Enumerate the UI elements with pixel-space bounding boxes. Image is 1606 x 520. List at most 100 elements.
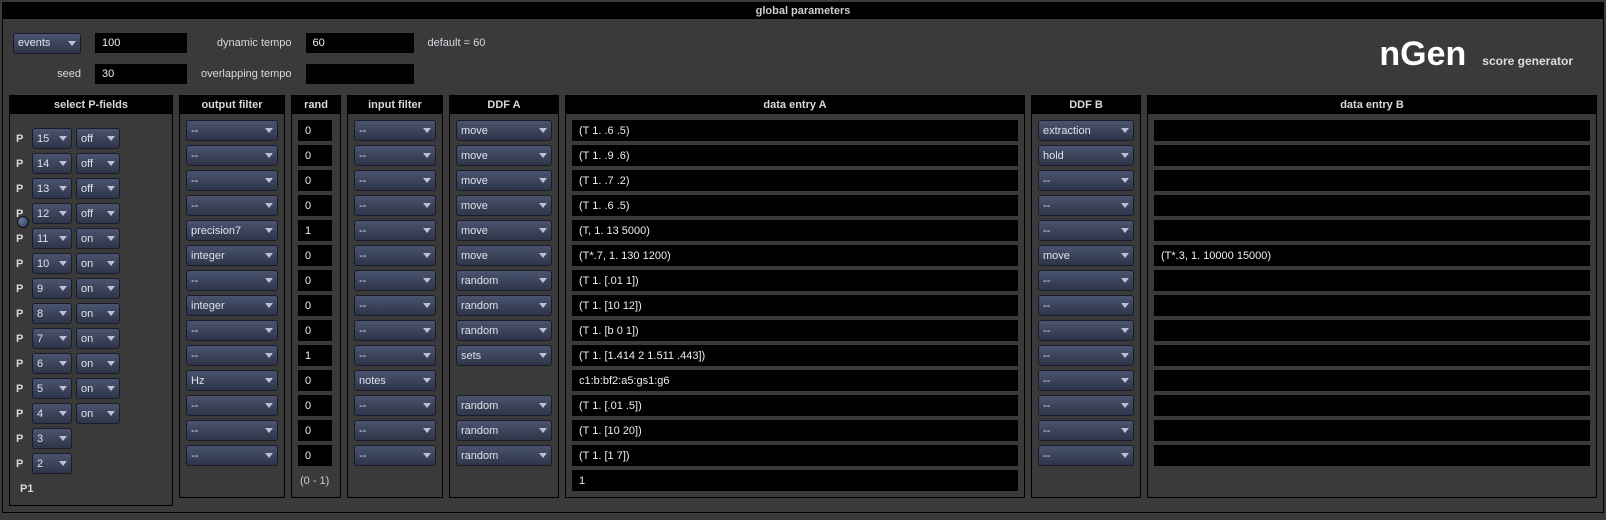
output-filter-dropdown[interactable]: integer — [186, 295, 278, 316]
ddf-a-dropdown[interactable]: random — [456, 270, 552, 291]
rand-value[interactable]: 1 — [298, 345, 332, 366]
p-number-dropdown[interactable]: 10 — [32, 253, 72, 274]
output-filter-dropdown[interactable]: -- — [186, 345, 278, 366]
rand-value[interactable]: 1 — [298, 220, 332, 241]
rand-value[interactable]: 0 — [298, 170, 332, 191]
data-a-input[interactable] — [572, 170, 1018, 191]
ddf-a-dropdown[interactable]: move — [456, 120, 552, 141]
data-b-input[interactable] — [1154, 420, 1590, 441]
input-filter-dropdown[interactable]: -- — [354, 145, 436, 166]
input-filter-dropdown[interactable]: -- — [354, 270, 436, 291]
rand-value[interactable]: 0 — [298, 370, 332, 391]
ddf-b-dropdown[interactable]: -- — [1038, 345, 1134, 366]
data-b-input[interactable] — [1154, 245, 1590, 266]
output-filter-dropdown[interactable]: precision7 — [186, 220, 278, 241]
data-b-input[interactable] — [1154, 195, 1590, 216]
output-filter-dropdown[interactable]: -- — [186, 145, 278, 166]
data-b-input[interactable] — [1154, 345, 1590, 366]
ddf-b-dropdown[interactable]: -- — [1038, 445, 1134, 466]
input-filter-dropdown[interactable]: notes — [354, 370, 436, 391]
input-filter-dropdown[interactable]: -- — [354, 170, 436, 191]
data-b-input[interactable] — [1154, 395, 1590, 416]
p-onoff-dropdown[interactable]: on — [76, 353, 120, 374]
p-onoff-dropdown[interactable]: on — [76, 303, 120, 324]
p-onoff-dropdown[interactable]: on — [76, 378, 120, 399]
p-number-dropdown[interactable]: 6 — [32, 353, 72, 374]
data-a-footer-input[interactable] — [572, 470, 1018, 491]
output-filter-dropdown[interactable]: -- — [186, 195, 278, 216]
p-number-dropdown[interactable]: 7 — [32, 328, 72, 349]
dynamic-tempo-input[interactable] — [306, 33, 414, 53]
p-number-dropdown[interactable]: 15 — [32, 128, 72, 149]
output-filter-dropdown[interactable]: -- — [186, 395, 278, 416]
input-filter-dropdown[interactable]: -- — [354, 195, 436, 216]
rand-value[interactable]: 0 — [298, 195, 332, 216]
rand-value[interactable]: 0 — [298, 320, 332, 341]
p-number-dropdown[interactable]: 4 — [32, 403, 72, 424]
output-filter-dropdown[interactable]: -- — [186, 445, 278, 466]
rand-value[interactable]: 0 — [298, 395, 332, 416]
input-filter-dropdown[interactable]: -- — [354, 295, 436, 316]
input-filter-dropdown[interactable]: -- — [354, 245, 436, 266]
data-a-input[interactable] — [572, 270, 1018, 291]
p-number-dropdown[interactable]: 11 — [32, 228, 72, 249]
data-b-input[interactable] — [1154, 370, 1590, 391]
rand-value[interactable]: 0 — [298, 245, 332, 266]
ddf-a-dropdown[interactable]: random — [456, 420, 552, 441]
data-b-input[interactable] — [1154, 220, 1590, 241]
events-dropdown[interactable]: events — [13, 33, 81, 54]
data-b-input[interactable] — [1154, 170, 1590, 191]
data-b-input[interactable] — [1154, 295, 1590, 316]
data-a-input[interactable] — [572, 120, 1018, 141]
input-filter-dropdown[interactable]: -- — [354, 320, 436, 341]
p-number-dropdown[interactable]: 9 — [32, 278, 72, 299]
ddf-b-dropdown[interactable]: -- — [1038, 395, 1134, 416]
ddf-b-dropdown[interactable]: -- — [1038, 220, 1134, 241]
output-filter-dropdown[interactable]: -- — [186, 320, 278, 341]
ddf-b-dropdown[interactable]: -- — [1038, 295, 1134, 316]
rand-value[interactable]: 0 — [298, 120, 332, 141]
input-filter-dropdown[interactable]: -- — [354, 420, 436, 441]
ddf-b-dropdown[interactable]: -- — [1038, 195, 1134, 216]
ddf-a-dropdown[interactable]: move — [456, 195, 552, 216]
ddf-b-dropdown[interactable]: hold — [1038, 145, 1134, 166]
p-number-dropdown[interactable]: 12 — [32, 203, 72, 224]
data-a-input[interactable] — [572, 145, 1018, 166]
data-a-input[interactable] — [572, 295, 1018, 316]
ddf-b-dropdown[interactable]: -- — [1038, 270, 1134, 291]
output-filter-dropdown[interactable]: Hz — [186, 370, 278, 391]
p-number-dropdown[interactable]: 14 — [32, 153, 72, 174]
data-a-input[interactable] — [572, 245, 1018, 266]
ddf-b-dropdown[interactable]: -- — [1038, 420, 1134, 441]
p-onoff-dropdown[interactable]: off — [76, 203, 120, 224]
output-filter-dropdown[interactable]: -- — [186, 420, 278, 441]
p-onoff-dropdown[interactable]: on — [76, 228, 120, 249]
ddf-a-dropdown[interactable]: random — [456, 295, 552, 316]
p-onoff-dropdown[interactable]: on — [76, 403, 120, 424]
data-b-input[interactable] — [1154, 270, 1590, 291]
data-b-input[interactable] — [1154, 320, 1590, 341]
p-number-dropdown[interactable]: 5 — [32, 378, 72, 399]
p-number-dropdown[interactable]: 3 — [32, 428, 72, 449]
p-onoff-dropdown[interactable]: off — [76, 153, 120, 174]
data-a-input[interactable] — [572, 345, 1018, 366]
ddf-a-dropdown[interactable]: move — [456, 245, 552, 266]
ddf-a-dropdown[interactable]: move — [456, 145, 552, 166]
rand-value[interactable]: 0 — [298, 420, 332, 441]
data-a-input[interactable] — [572, 195, 1018, 216]
data-b-input[interactable] — [1154, 445, 1590, 466]
ddf-a-dropdown[interactable]: sets — [456, 345, 552, 366]
data-b-input[interactable] — [1154, 120, 1590, 141]
ddf-a-dropdown[interactable]: random — [456, 395, 552, 416]
ddf-a-dropdown[interactable]: random — [456, 445, 552, 466]
output-filter-dropdown[interactable]: -- — [186, 270, 278, 291]
ddf-a-dropdown[interactable]: random — [456, 320, 552, 341]
overlapping-tempo-input[interactable] — [306, 64, 414, 84]
ddf-b-dropdown[interactable]: -- — [1038, 170, 1134, 191]
p-number-dropdown[interactable]: 8 — [32, 303, 72, 324]
ddf-b-dropdown[interactable]: -- — [1038, 320, 1134, 341]
slider-knob-icon[interactable] — [17, 216, 29, 228]
p-onoff-dropdown[interactable]: on — [76, 328, 120, 349]
ddf-b-dropdown[interactable]: -- — [1038, 370, 1134, 391]
data-a-input[interactable] — [572, 220, 1018, 241]
